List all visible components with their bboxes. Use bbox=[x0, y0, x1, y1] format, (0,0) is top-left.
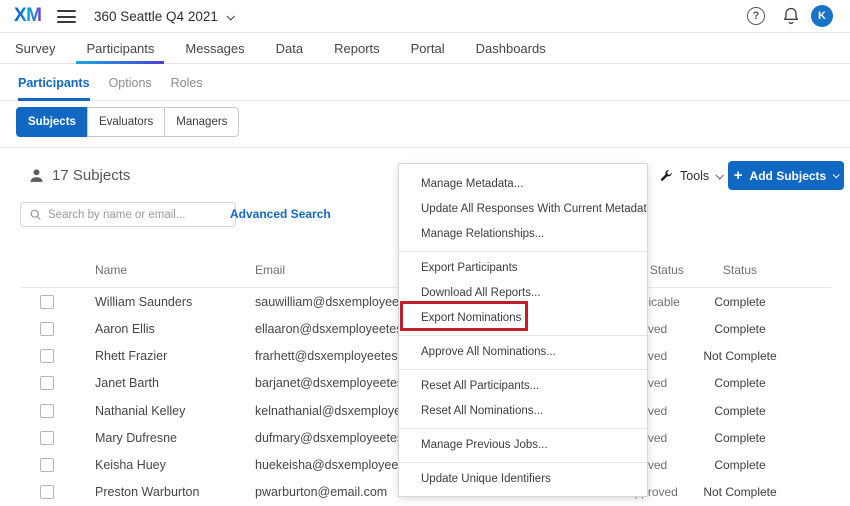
search-input[interactable] bbox=[48, 209, 227, 221]
project-name: 360 Seattle Q4 2021 bbox=[94, 9, 218, 24]
row-checkbox[interactable] bbox=[40, 322, 54, 336]
section-divider bbox=[0, 147, 850, 148]
person-icon bbox=[28, 167, 45, 184]
column-header-name[interactable]: Name bbox=[95, 263, 127, 277]
subject-name: Preston Warburton bbox=[95, 485, 255, 499]
tools-dropdown-menu: Manage Metadata... Update All Responses … bbox=[398, 163, 648, 497]
chevron-down-icon bbox=[716, 171, 724, 179]
status: Not Complete bbox=[690, 349, 790, 363]
menu-item-export-nominations[interactable]: Export Nominations bbox=[399, 306, 647, 331]
row-checkbox[interactable] bbox=[40, 404, 54, 418]
subject-count: 17 Subjects bbox=[28, 167, 130, 184]
main-nav: Survey Participants Messages Data Report… bbox=[0, 34, 850, 64]
chevron-down-icon bbox=[833, 171, 840, 178]
row-checkbox[interactable] bbox=[40, 349, 54, 363]
row-checkbox[interactable] bbox=[40, 431, 54, 445]
search-box bbox=[20, 202, 236, 227]
subtab-participants[interactable]: Participants bbox=[18, 65, 90, 101]
menu-group: Reset All Participants... Reset All Nomi… bbox=[399, 369, 647, 428]
subtab-options[interactable]: Options bbox=[109, 65, 152, 101]
tab-dashboards[interactable]: Dashboards bbox=[476, 34, 546, 64]
row-checkbox[interactable] bbox=[40, 376, 54, 390]
menu-item-approve-all-nominations[interactable]: Approve All Nominations... bbox=[399, 340, 647, 365]
menu-item-download-all-reports[interactable]: Download All Reports... bbox=[399, 281, 647, 306]
subject-name: Rhett Frazier bbox=[95, 349, 255, 363]
advanced-search-link[interactable]: Advanced Search bbox=[230, 207, 331, 221]
column-header-status[interactable]: Status bbox=[690, 263, 790, 277]
status: Complete bbox=[690, 376, 790, 390]
menu-item-export-participants[interactable]: Export Participants bbox=[399, 256, 647, 281]
status: Complete bbox=[690, 322, 790, 336]
sub-nav: Participants Options Roles bbox=[0, 65, 850, 101]
menu-item-manage-relationships[interactable]: Manage Relationships... bbox=[399, 222, 647, 247]
menu-group: Manage Previous Jobs... bbox=[399, 428, 647, 462]
plus-icon: + bbox=[734, 168, 743, 183]
tab-messages[interactable]: Messages bbox=[185, 34, 244, 64]
notifications-bell-icon[interactable] bbox=[781, 6, 801, 26]
row-checkbox[interactable] bbox=[40, 295, 54, 309]
app-window: XM 360 Seattle Q4 2021 ? K Survey Partic… bbox=[0, 0, 850, 506]
column-header-email[interactable]: Email bbox=[255, 263, 285, 277]
help-icon[interactable]: ? bbox=[747, 7, 765, 25]
subject-name: Janet Barth bbox=[95, 376, 255, 390]
menu-item-update-all-responses[interactable]: Update All Responses With Current Metada… bbox=[399, 197, 647, 222]
row-checkbox[interactable] bbox=[40, 458, 54, 472]
menu-item-update-unique-identifiers[interactable]: Update Unique Identifiers bbox=[399, 467, 647, 492]
subtab-roles[interactable]: Roles bbox=[171, 65, 203, 101]
status: Complete bbox=[690, 404, 790, 418]
subject-name: William Saunders bbox=[95, 295, 255, 309]
status: Complete bbox=[690, 458, 790, 472]
status: Complete bbox=[690, 295, 790, 309]
xm-logo: XM bbox=[14, 5, 42, 27]
tab-participants[interactable]: Participants bbox=[86, 34, 154, 64]
subject-name: Keisha Huey bbox=[95, 458, 255, 472]
subject-name: Aaron Ellis bbox=[95, 322, 255, 336]
tab-subjects[interactable]: Subjects bbox=[16, 107, 88, 137]
tools-label: Tools bbox=[680, 169, 709, 183]
top-bar: XM 360 Seattle Q4 2021 ? K bbox=[0, 0, 850, 33]
project-switcher[interactable]: 360 Seattle Q4 2021 bbox=[94, 0, 233, 33]
tools-button[interactable]: Tools bbox=[659, 165, 722, 187]
menu-item-manage-previous-jobs[interactable]: Manage Previous Jobs... bbox=[399, 433, 647, 458]
subject-count-label: 17 Subjects bbox=[52, 167, 130, 184]
hamburger-menu-icon[interactable] bbox=[57, 10, 76, 23]
menu-group: Approve All Nominations... bbox=[399, 335, 647, 369]
tab-reports[interactable]: Reports bbox=[334, 34, 380, 64]
chevron-down-icon bbox=[226, 12, 234, 20]
add-subjects-label: Add Subjects bbox=[750, 169, 827, 183]
menu-group: Update Unique Identifiers bbox=[399, 462, 647, 496]
tab-evaluators[interactable]: Evaluators bbox=[87, 107, 165, 137]
add-subjects-button[interactable]: + Add Subjects bbox=[728, 161, 844, 190]
user-avatar[interactable]: K bbox=[811, 5, 833, 27]
participant-type-tabs: Subjects Evaluators Managers bbox=[16, 107, 239, 137]
menu-item-reset-all-participants[interactable]: Reset All Participants... bbox=[399, 374, 647, 399]
tab-managers[interactable]: Managers bbox=[164, 107, 239, 137]
wrench-icon bbox=[659, 169, 673, 183]
status: Not Complete bbox=[690, 485, 790, 499]
row-checkbox[interactable] bbox=[40, 485, 54, 499]
tab-portal[interactable]: Portal bbox=[411, 34, 445, 64]
menu-group: Manage Metadata... Update All Responses … bbox=[399, 164, 647, 251]
menu-item-reset-all-nominations[interactable]: Reset All Nominations... bbox=[399, 399, 647, 424]
menu-item-manage-metadata[interactable]: Manage Metadata... bbox=[399, 172, 647, 197]
search-icon bbox=[29, 208, 42, 221]
subject-name: Mary Dufresne bbox=[95, 431, 255, 445]
subject-name: Nathanial Kelley bbox=[95, 404, 255, 418]
status: Complete bbox=[690, 431, 790, 445]
tab-survey[interactable]: Survey bbox=[15, 34, 55, 64]
tab-data[interactable]: Data bbox=[276, 34, 303, 64]
menu-group: Export Participants Download All Reports… bbox=[399, 251, 647, 335]
